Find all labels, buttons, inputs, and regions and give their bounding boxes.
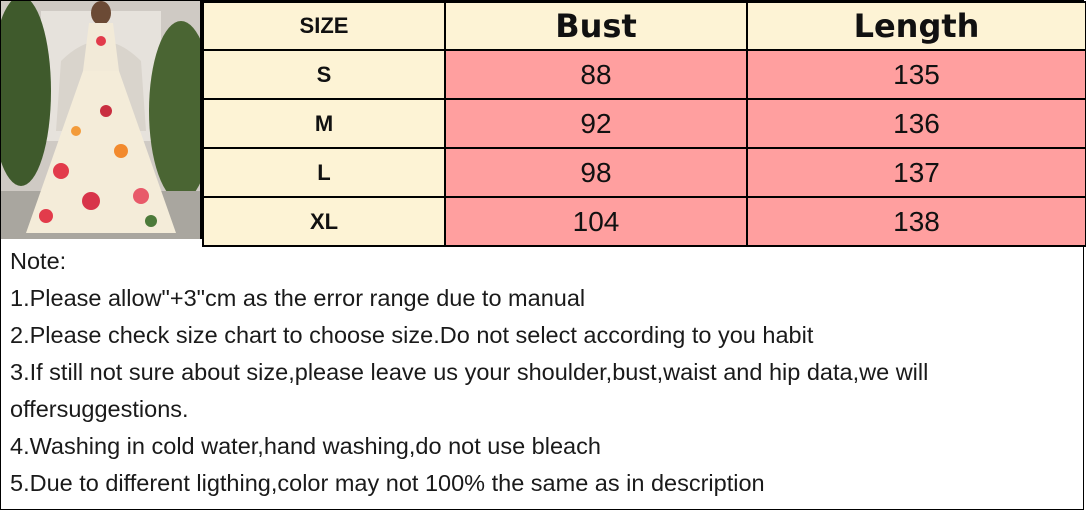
notes-section: Note: 1.Please allow"+3"cm as the error … bbox=[10, 243, 1073, 502]
size-table: SIZE Bust Length S 88 135 M 92 136 L 98 … bbox=[202, 1, 1086, 247]
table-row: L 98 137 bbox=[202, 147, 1086, 198]
product-photo bbox=[1, 1, 202, 239]
length-cell: 138 bbox=[746, 196, 1086, 247]
bust-cell: 98 bbox=[444, 147, 748, 198]
header-size: SIZE bbox=[202, 1, 446, 51]
length-cell: 135 bbox=[746, 49, 1086, 100]
table-header-row: SIZE Bust Length bbox=[202, 1, 1086, 51]
table-row: M 92 136 bbox=[202, 98, 1086, 149]
note-item: 4.Washing in cold water,hand washing,do … bbox=[10, 433, 601, 459]
note-item: 1.Please allow"+3"cm as the error range … bbox=[10, 285, 586, 311]
size-cell: M bbox=[202, 98, 446, 149]
size-cell: XL bbox=[202, 196, 446, 247]
size-cell: S bbox=[202, 49, 446, 100]
bust-cell: 88 bbox=[444, 49, 748, 100]
bust-cell: 104 bbox=[444, 196, 748, 247]
note-item: 2.Please check size chart to choose size… bbox=[10, 322, 814, 348]
header-length: Length bbox=[746, 1, 1086, 51]
header-bust: Bust bbox=[444, 1, 748, 51]
size-cell: L bbox=[202, 147, 446, 198]
table-row: XL 104 138 bbox=[202, 196, 1086, 247]
length-cell: 137 bbox=[746, 147, 1086, 198]
notes-heading: Note: bbox=[10, 248, 67, 274]
note-item: 5.Due to different ligthing,color may no… bbox=[10, 470, 765, 496]
size-chart-sheet: SIZE Bust Length S 88 135 M 92 136 L 98 … bbox=[0, 0, 1086, 510]
length-cell: 136 bbox=[746, 98, 1086, 149]
table-row: S 88 135 bbox=[202, 49, 1086, 100]
note-item: 3.If still not sure about size,please le… bbox=[10, 359, 929, 422]
bust-cell: 92 bbox=[444, 98, 748, 149]
dress-photo-illustration bbox=[1, 1, 200, 239]
